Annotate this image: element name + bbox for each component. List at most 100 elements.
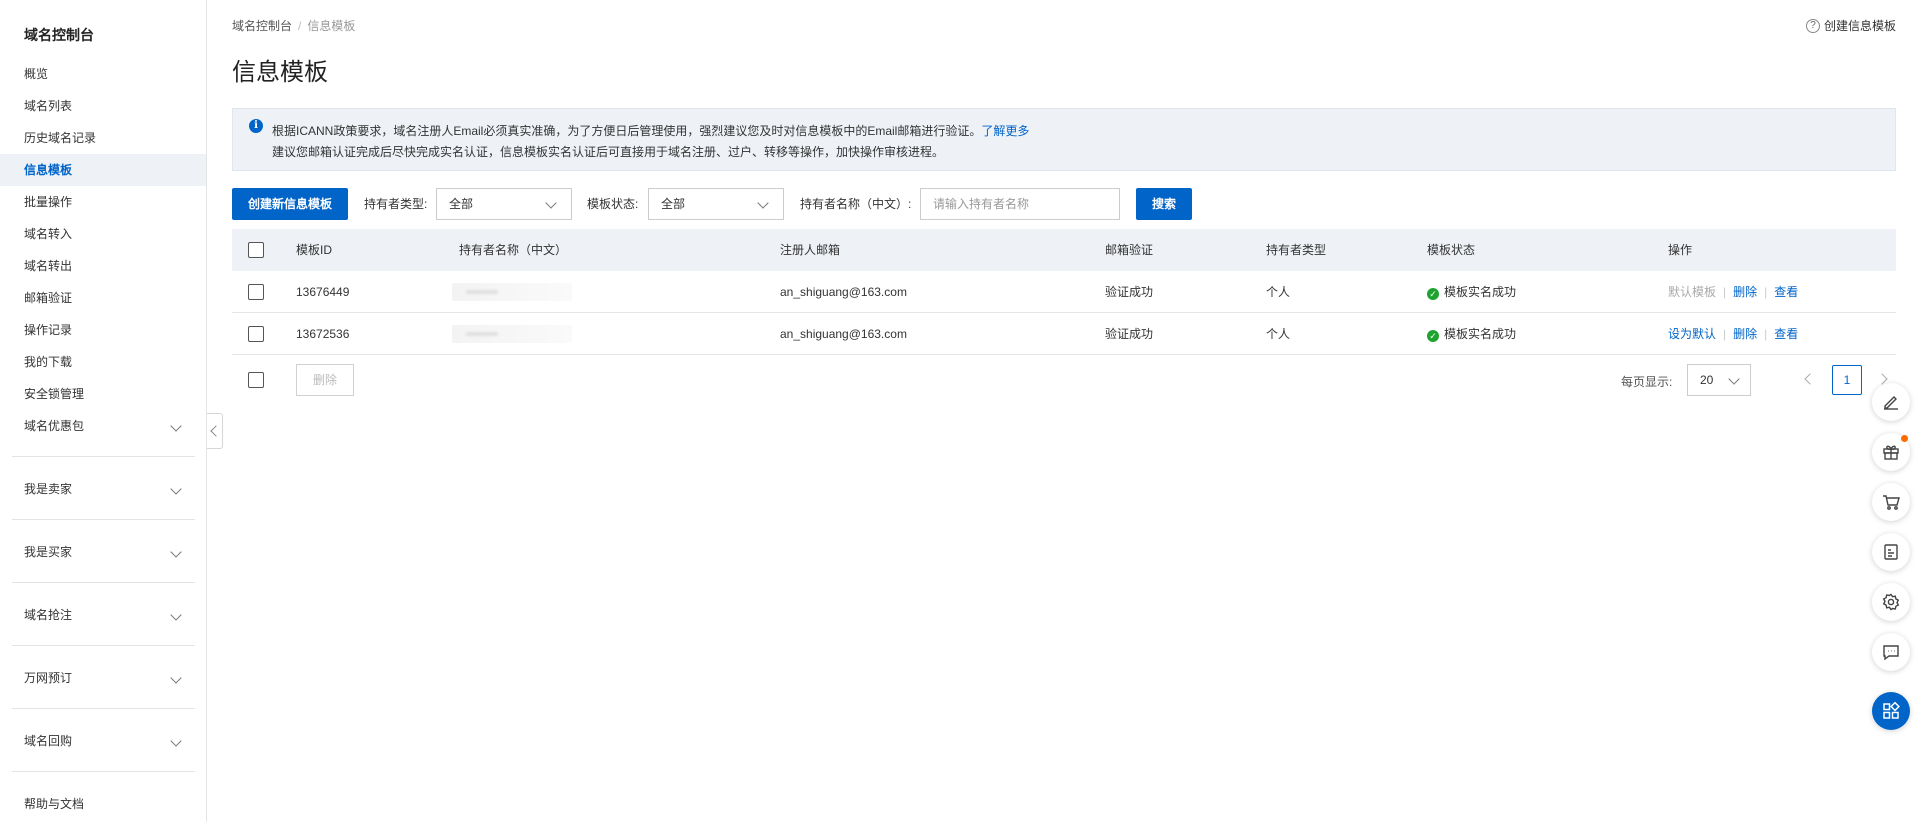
sidebar-item-transfer-in[interactable]: 域名转入	[0, 218, 206, 250]
notice-line-1: 根据ICANN政策要求，域名注册人Email必须真实准确，为了方便日后管理使用，…	[272, 122, 1029, 139]
batch-delete-button[interactable]: 删除	[296, 364, 354, 396]
col-header-actions: 操作	[1668, 243, 1693, 257]
sidebar-group-buyback[interactable]: 域名回购	[0, 725, 206, 757]
cart-icon	[1883, 495, 1900, 510]
cart-float-button[interactable]	[1872, 483, 1910, 521]
page-number[interactable]: 1	[1832, 365, 1862, 395]
registrant-email: an_shiguang@163.com	[780, 327, 907, 341]
divider	[12, 582, 195, 583]
sidebar-item-history[interactable]: 历史域名记录	[0, 122, 206, 154]
edit-float-button[interactable]	[1872, 383, 1910, 421]
create-template-button[interactable]: 创建新信息模板	[232, 188, 348, 220]
sidebar-group-discount[interactable]: 域名优惠包	[0, 410, 206, 442]
row-checkbox[interactable]	[248, 326, 264, 342]
edit-icon	[1884, 396, 1898, 410]
divider	[12, 771, 195, 772]
notice-line-2: 建议您邮箱认证完成后尽快完成实名认证，信息模板实名认证后可直接用于域名注册、过户…	[272, 145, 945, 159]
sidebar-group-backorder[interactable]: 域名抢注	[0, 599, 206, 631]
row-actions: 设为默认 | 删除 | 查看	[1668, 313, 1798, 355]
check-circle-icon: ✓	[1427, 330, 1439, 342]
chevron-down-icon	[170, 546, 182, 558]
email-verify-status: 验证成功	[1105, 285, 1154, 299]
template-status-label: 模板状态:	[587, 197, 639, 211]
notification-badge	[1901, 435, 1908, 442]
email-verify-status: 验证成功	[1105, 327, 1154, 341]
action-separator: |	[1723, 327, 1727, 341]
template-status: ✓ 模板实名成功	[1427, 313, 1516, 355]
table-row: 13676449 an_shiguang@163.com 验证成功 个人 ✓ 模板…	[232, 271, 1896, 313]
sidebar-item-transfer-out[interactable]: 域名转出	[0, 250, 206, 282]
row-actions: 默认模板 | 删除 | 查看	[1668, 271, 1798, 313]
chat-float-button[interactable]	[1872, 633, 1910, 671]
sidebar-item-security-lock[interactable]: 安全锁管理	[0, 378, 206, 410]
sidebar-collapse-button[interactable]	[207, 413, 223, 449]
action-separator: |	[1764, 327, 1768, 341]
gift-float-button[interactable]	[1872, 433, 1910, 471]
breadcrumb-root[interactable]: 域名控制台	[232, 19, 292, 33]
chevron-down-icon	[170, 420, 182, 432]
sidebar-item-email-verify[interactable]: 邮箱验证	[0, 282, 206, 314]
sidebar-group-label: 域名回购	[24, 734, 73, 748]
view-link[interactable]: 查看	[1774, 285, 1798, 299]
sidebar-item-domain-list[interactable]: 域名列表	[0, 90, 206, 122]
sidebar-group-reserve[interactable]: 万网预订	[0, 662, 206, 694]
holder-name-redacted	[452, 283, 572, 301]
template-status: ✓ 模板实名成功	[1427, 271, 1516, 313]
chevron-down-icon	[757, 197, 769, 209]
sidebar-item-overview[interactable]: 概览	[0, 58, 206, 90]
chevron-down-icon	[170, 609, 182, 621]
sidebar-group-label: 我是买家	[24, 545, 73, 559]
search-button[interactable]: 搜索	[1136, 188, 1192, 220]
chat-icon	[1883, 645, 1899, 661]
set-default-link[interactable]: 设为默认	[1668, 327, 1716, 341]
sidebar-item-downloads[interactable]: 我的下载	[0, 346, 206, 378]
template-status-text: 模板实名成功	[1444, 285, 1517, 299]
holder-name-redacted	[452, 325, 572, 343]
holder-type-select[interactable]: 全部	[436, 188, 572, 220]
apps-icon	[1883, 701, 1900, 719]
delete-link[interactable]: 删除	[1733, 327, 1757, 341]
footer-select-all-checkbox[interactable]	[248, 372, 264, 388]
divider	[12, 456, 195, 457]
holder-type-value: 全部	[449, 197, 474, 211]
sidebar-group-seller[interactable]: 我是卖家	[0, 473, 206, 505]
holder-name-input[interactable]: 请输入持有者名称	[920, 188, 1120, 220]
create-template-help-link[interactable]: ? 创建信息模板	[1805, 17, 1896, 34]
sidebar-help-link[interactable]: 帮助与文档	[0, 788, 206, 820]
table-row: 13672536 an_shiguang@163.com 验证成功 个人 ✓ 模板…	[232, 313, 1896, 355]
view-link[interactable]: 查看	[1774, 327, 1798, 341]
holder-type: 个人	[1266, 285, 1291, 299]
gift-icon	[1883, 445, 1899, 460]
divider	[12, 519, 195, 520]
filter-toolbar: 创建新信息模板 持有者类型: 全部 模板状态: 全部 持有者名称（中文）: 请输…	[232, 188, 1432, 220]
col-header-status: 模板状态	[1427, 243, 1476, 257]
chevron-down-icon	[170, 672, 182, 684]
breadcrumb: 域名控制台 / 信息模板	[232, 17, 355, 34]
sidebar-item-info-template[interactable]: 信息模板	[0, 154, 206, 186]
divider	[12, 645, 195, 646]
chevron-down-icon	[545, 197, 557, 209]
learn-more-link[interactable]: 了解更多	[981, 124, 1029, 138]
sidebar-item-batch[interactable]: 批量操作	[0, 186, 206, 218]
per-page-label: 每页显示:	[1621, 375, 1673, 389]
per-page-select[interactable]: 20	[1687, 364, 1751, 396]
sidebar-item-op-log[interactable]: 操作记录	[0, 314, 206, 346]
api-float-button[interactable]	[1872, 533, 1910, 571]
row-checkbox[interactable]	[248, 284, 264, 300]
col-header-id: 模板ID	[296, 243, 333, 257]
sidebar: 域名控制台 概览 域名列表 历史域名记录 信息模板 批量操作 域名转入 域名转出…	[0, 0, 207, 822]
select-all-checkbox[interactable]	[248, 242, 264, 258]
settings-float-button[interactable]	[1872, 583, 1910, 621]
template-status-select[interactable]: 全部	[648, 188, 784, 220]
table-footer: 删除 每页显示: 20 1	[232, 360, 1896, 400]
breadcrumb-current: 信息模板	[307, 19, 356, 33]
sidebar-group-buyer[interactable]: 我是买家	[0, 536, 206, 568]
template-id: 13672536	[296, 327, 350, 341]
per-page-value: 20	[1700, 373, 1714, 387]
chevron-left-icon[interactable]	[1804, 373, 1816, 385]
col-header-holder-type: 持有者类型	[1266, 243, 1327, 257]
delete-link[interactable]: 删除	[1733, 285, 1757, 299]
holder-type: 个人	[1266, 327, 1291, 341]
apps-float-button[interactable]	[1872, 692, 1910, 730]
action-separator: |	[1723, 285, 1727, 299]
